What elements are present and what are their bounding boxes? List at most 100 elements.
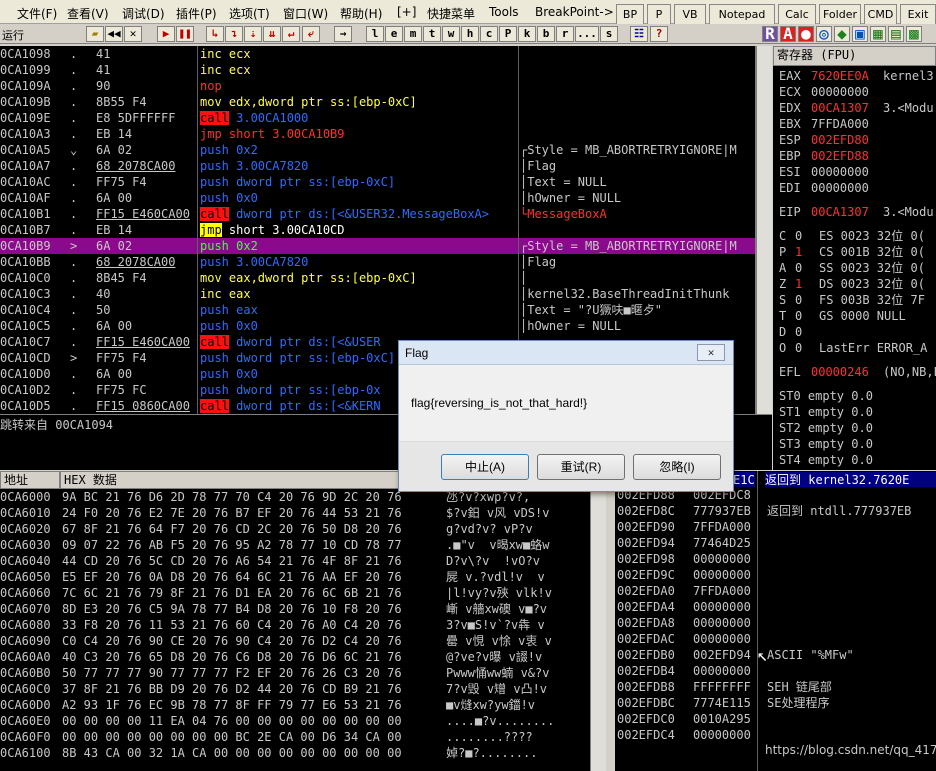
notepad-button[interactable]: Notepad bbox=[709, 4, 775, 26]
green-icon[interactable]: ◆ bbox=[834, 26, 850, 42]
list-icon[interactable]: ☷ bbox=[630, 26, 648, 42]
flag-row[interactable]: T 0 GS 0000 NULL bbox=[773, 308, 936, 324]
help-icon[interactable]: ? bbox=[650, 26, 668, 42]
hex-row[interactable]: 0CA6070 8D E3 20 76 C5 9A 78 77 B4 D8 20 … bbox=[0, 601, 590, 617]
disasm-row[interactable]: 0CA10AC. FF75 F4 push dword ptr ss:[ebp-0x… bbox=[0, 174, 755, 190]
vb-button[interactable]: VB bbox=[674, 4, 706, 26]
r-icon[interactable]: R bbox=[762, 26, 778, 42]
hex-scrollbar[interactable] bbox=[590, 471, 606, 771]
stack-row[interactable]: 002EFDA8 00000000 bbox=[617, 615, 936, 631]
tool-r-button[interactable]: r bbox=[556, 26, 574, 42]
menu-tools[interactable]: Tools bbox=[489, 5, 519, 19]
disasm-row[interactable]: 0CA109A. 90 nop bbox=[0, 78, 755, 94]
a-icon[interactable]: A bbox=[780, 26, 796, 42]
hex-row[interactable]: 0CA6040 44 CD 20 76 5C CD 20 76 A6 54 21 … bbox=[0, 553, 590, 569]
abort-button[interactable]: 中止(A) bbox=[441, 454, 529, 480]
globe-icon[interactable]: ◎ bbox=[816, 26, 832, 42]
hex-row[interactable]: 0CA6020 67 8F 21 76 64 F7 20 76 CD 2C 20 … bbox=[0, 521, 590, 537]
stack-row[interactable]: 002EFD94 77464D25 bbox=[617, 535, 936, 551]
disasm-scrollbar[interactable] bbox=[756, 46, 772, 414]
trace-into-icon[interactable]: ⇣ bbox=[244, 26, 262, 42]
hex-row[interactable]: 0CA6100 8B 43 CA 00 32 1A CA 00 00 00 00 … bbox=[0, 745, 590, 761]
disasm-row[interactable]: 0CA10A7. 68 2078CA00 push 3.00CA7820 │Flag bbox=[0, 158, 755, 174]
disasm-row[interactable]: 0CA109B. 8B55 F4 mov edx,dword ptr ss:[ebp… bbox=[0, 94, 755, 110]
flag-row[interactable]: P 1 CS 001B 32位 0( bbox=[773, 244, 936, 260]
play-icon[interactable]: ▶ bbox=[157, 26, 175, 42]
bp-button[interactable]: BP bbox=[616, 4, 644, 26]
tool-more-button[interactable]: ... bbox=[575, 26, 599, 42]
disasm-row[interactable]: 0CA10B9 >6A 02 push 0x2 ┌Style = MB_ABORTRE… bbox=[0, 238, 755, 254]
flag-row[interactable]: A 0 SS 0023 32位 0( bbox=[773, 260, 936, 276]
flag-row[interactable]: D0 bbox=[773, 324, 936, 340]
tool-h-button[interactable]: h bbox=[461, 26, 479, 42]
dialog-close-button[interactable]: ✕ bbox=[697, 344, 725, 361]
tool-e-button[interactable]: e bbox=[385, 26, 403, 42]
execute-till-return-icon[interactable]: ↵ bbox=[282, 26, 300, 42]
disasm-row[interactable]: 0CA10A3. EB 14 jmp short 3.00CA10B9 bbox=[0, 126, 755, 142]
tool-w-button[interactable]: w bbox=[442, 26, 460, 42]
stack-row[interactable]: 002EFD90 7FFDA000 bbox=[617, 519, 936, 535]
window-icon[interactable]: ▣ bbox=[852, 26, 868, 42]
hex-row[interactable]: 0CA60E0 00 00 00 00 11 EA 04 76 00 00 00 … bbox=[0, 713, 590, 729]
tool-p-button[interactable]: P bbox=[499, 26, 517, 42]
menu-options[interactable]: 选项(T) bbox=[229, 5, 270, 22]
disasm-row[interactable]: 0CA1099. 41 inc ecx bbox=[0, 62, 755, 78]
disasm-row[interactable]: 0CA10A5 ⌄ 6A 02 push 0x2 ┌Style = MB_ABORTRE… bbox=[0, 142, 755, 158]
save-icon[interactable]: ▩ bbox=[906, 26, 922, 42]
flag-row[interactable]: O 0 LastErr ERROR_A bbox=[773, 340, 936, 356]
goto-icon[interactable]: → bbox=[334, 26, 352, 42]
register-row[interactable]: EDX 00CA1307 3.<Modu bbox=[773, 100, 936, 116]
p-button[interactable]: P bbox=[647, 4, 671, 26]
folder-button[interactable]: Folder bbox=[819, 4, 861, 26]
register-row[interactable]: EIP 00CA1307 3.<Modu bbox=[773, 204, 936, 220]
hex-row[interactable]: 0CA60B0 50 77 77 77 90 77 77 77 F2 EF 20 … bbox=[0, 665, 590, 681]
menu-debug[interactable]: 调试(D) bbox=[122, 5, 165, 22]
menu-view[interactable]: 查看(V) bbox=[67, 5, 109, 22]
register-row[interactable]: EDI 00000000 bbox=[773, 180, 936, 196]
menu-plus[interactable]: [+] bbox=[397, 5, 416, 19]
hex-row[interactable]: 0CA6060 7C 6C 21 76 79 8F 21 76 D1 EA 20 … bbox=[0, 585, 590, 601]
tool-l-button[interactable]: l bbox=[366, 26, 384, 42]
cmd-button[interactable]: CMD bbox=[864, 4, 897, 26]
disasm-row[interactable]: 0CA10B7. EB 14 jmp short 3.00CA10CD bbox=[0, 222, 755, 238]
retry-button[interactable]: 重试(R) bbox=[537, 454, 625, 480]
return-icon[interactable]: ⤶ bbox=[302, 26, 320, 42]
menu-breakpoint[interactable]: BreakPoint-> bbox=[535, 5, 614, 19]
register-row[interactable]: EAX 7620EE0A kernel3 bbox=[773, 68, 936, 84]
disasm-row[interactable]: 0CA10BB. 68 2078CA00 push 3.00CA7820 │Flag bbox=[0, 254, 755, 270]
menu-file[interactable]: 文件(F) bbox=[17, 5, 57, 22]
grid-icon[interactable]: ▦ bbox=[870, 26, 886, 42]
ignore-button[interactable]: 忽略(I) bbox=[633, 454, 721, 480]
open-icon[interactable]: ▰ bbox=[86, 26, 104, 42]
menu-help[interactable]: 帮助(H) bbox=[340, 5, 382, 22]
register-row[interactable]: EFL 00000246 (NO,NB,E bbox=[773, 364, 936, 380]
close-icon[interactable]: ✕ bbox=[124, 26, 142, 42]
stack-row[interactable]: 002EFD8C 777937EB 返回到 ntdll.777937EB bbox=[617, 503, 936, 519]
check-icon[interactable]: ▤ bbox=[888, 26, 904, 42]
hex-row[interactable]: 0CA60F0 00 00 00 00 00 00 00 00 BC 2E CA … bbox=[0, 729, 590, 745]
flag-row[interactable]: S 0 FS 003B 32位 7F bbox=[773, 292, 936, 308]
stack-pane[interactable]: E1C 返回到 kernel32.7620E 002EFD88 002EFDC8 0… bbox=[607, 471, 936, 771]
flag-row[interactable]: C 0 ES 0023 32位 0( bbox=[773, 228, 936, 244]
disasm-row[interactable]: 0CA1098. 41 inc ecx bbox=[0, 46, 755, 62]
stack-row[interactable]: 002EFDAC 00000000 bbox=[617, 631, 936, 647]
pause-icon[interactable]: ❚❚ bbox=[176, 26, 194, 42]
exit-button[interactable]: Exit bbox=[900, 4, 936, 26]
stack-row[interactable]: 002EFD98 00000000 bbox=[617, 551, 936, 567]
disasm-row[interactable]: 0CA10C3. 40 inc eax │kernel32.BaseThreadIni… bbox=[0, 286, 755, 302]
stop-icon[interactable]: ● bbox=[798, 26, 814, 42]
disasm-row[interactable]: 0CA10B1. FF15 E460CA00 call dword ptr ds:[… bbox=[0, 206, 755, 222]
hex-row[interactable]: 0CA6080 33 F8 20 76 11 53 21 76 60 C4 20 … bbox=[0, 617, 590, 633]
disasm-row[interactable]: 0CA10C4. 50 push eax │Text = "?U獗呋■暱歺" bbox=[0, 302, 755, 318]
registers-pane[interactable]: 寄存器 (FPU) EAX 7620EE0A kernel3 ECX 00000000 E… bbox=[773, 46, 936, 470]
menu-shortcuts[interactable]: 快捷菜单 bbox=[427, 5, 475, 22]
tool-m-button[interactable]: m bbox=[404, 26, 422, 42]
menu-plugins[interactable]: 插件(P) bbox=[176, 5, 217, 22]
stack-splitter[interactable] bbox=[607, 471, 615, 771]
stack-row[interactable]: 002EFDA4 00000000 bbox=[617, 599, 936, 615]
step-into-icon[interactable]: ↳ bbox=[206, 26, 224, 42]
hex-row[interactable]: 0CA60A0 40 C3 20 76 65 D8 20 76 C6 D8 20 … bbox=[0, 649, 590, 665]
disasm-row[interactable]: 0CA10C0. 8B45 F4 mov eax,dword ptr ss:[ebp… bbox=[0, 270, 755, 286]
disasm-row[interactable]: 0CA10C5. 6A 00 push 0x0 │hOwner = NULL bbox=[0, 318, 755, 334]
hex-row[interactable]: 0CA6050 E5 EF 20 76 0A D8 20 76 64 6C 21 … bbox=[0, 569, 590, 585]
